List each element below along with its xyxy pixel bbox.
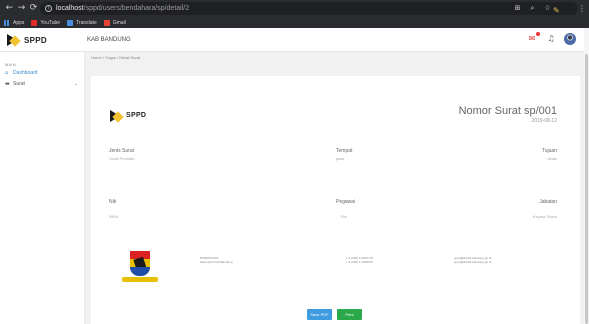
sidebar-item-surat[interactable]: ▬ Surat ⌄ <box>5 80 81 88</box>
address-bar[interactable]: i localhost /sppd/users/bendahara/sp/det… <box>40 2 578 15</box>
pegawai-value: Roi <box>341 214 348 219</box>
apps-icon <box>4 19 10 26</box>
print-button[interactable]: Print <box>337 309 362 320</box>
info-icon[interactable]: i <box>45 5 52 12</box>
page-scrollbar[interactable] <box>584 28 589 324</box>
bookmark-star-icon[interactable]: ☆ <box>543 4 552 13</box>
zoom-icon[interactable]: ⌕ <box>528 4 537 13</box>
jenis-surat-label: Jenis Surat <box>109 148 135 154</box>
file-icon: ▬ <box>5 80 10 87</box>
save-pdf-button[interactable]: Save PDF <box>307 309 332 320</box>
home-icon: ⌂ <box>5 69 9 76</box>
brand-name: SPPD <box>24 35 47 45</box>
footer-phone: + 6 (026) 5 0901776 + 6 (026) 1 0906907 <box>346 256 374 264</box>
sppd-logo-icon <box>109 109 122 122</box>
breadcrumb: Home / Tugas / Detail Surat <box>91 55 141 60</box>
bookmark-translate[interactable]: Translate <box>67 19 97 26</box>
nik-label: Nik <box>109 199 117 205</box>
document-logo: SPPD <box>109 109 146 122</box>
document-card: SPPD Nomor Surat sp/001 2019-08-12 Jenis… <box>91 76 580 324</box>
chevron-down-icon: ⌄ <box>73 81 78 87</box>
header-title: KAB BANDUNG <box>87 37 131 43</box>
bookmarks-bar: Apps YouTube Translate Gmail <box>0 17 589 28</box>
bookmark-gmail[interactable]: Gmail <box>103 19 126 26</box>
youtube-icon <box>31 19 38 26</box>
message-badge <box>536 32 540 36</box>
tujuan-value: dinas <box>547 156 557 161</box>
nik-value: 0909 <box>109 214 118 219</box>
document-date: 2019-08-12 <box>531 118 557 124</box>
app-header: SPPD KAB BANDUNG ✉ ♫ <box>0 28 584 52</box>
scrollbar-thumb[interactable] <box>585 54 588 324</box>
jabatan-value: Kepala Sekar <box>532 214 557 219</box>
brand[interactable]: SPPD <box>6 33 47 47</box>
footer-email: sppd@disdik-bandung.go.id sppd@disdik-ba… <box>454 256 492 264</box>
pegawai-label: Pegawai <box>336 199 356 205</box>
sidebar-item-dashboard[interactable]: ⌂ Dashboard <box>5 69 81 77</box>
footer-organization: DISDIKPORA Sekretaris Kab Bandung <box>200 256 233 264</box>
kab-bandung-crest-icon <box>122 248 158 286</box>
reload-icon[interactable]: ⟳ <box>28 3 39 14</box>
avatar[interactable] <box>564 33 576 45</box>
extension-icon[interactable]: ✎ <box>553 5 564 16</box>
notification-bell-icon[interactable]: ♫ <box>545 33 557 45</box>
tempat-label: Tempat <box>336 148 353 154</box>
browser-menu-icon[interactable]: ⋮ <box>578 3 586 14</box>
message-icon[interactable]: ✉ <box>526 32 540 45</box>
bookmark-youtube[interactable]: YouTube <box>31 19 60 26</box>
sppd-logo-icon <box>6 33 20 47</box>
forward-icon[interactable]: → <box>16 3 27 14</box>
url-path: /sppd/users/bendahara/sp/detail/2 <box>83 5 190 12</box>
url-host: localhost <box>56 5 84 12</box>
translate-icon <box>67 19 74 26</box>
document-brand: SPPD <box>126 112 147 119</box>
sidebar: MAIN ⌂ Dashboard ▬ Surat ⌄ <box>0 52 85 324</box>
gmail-icon <box>103 19 110 26</box>
jenis-surat-value: Surat Perintah <box>109 156 135 161</box>
sidebar-section-label: MAIN <box>5 62 16 67</box>
back-icon[interactable]: ← <box>4 3 15 14</box>
translate-page-icon[interactable]: ⊞ <box>513 4 522 13</box>
jabatan-label: Jabatan <box>539 199 557 205</box>
bookmark-apps[interactable]: Apps <box>4 19 24 26</box>
document-number: Nomor Surat sp/001 <box>458 105 557 117</box>
tujuan-label: Tujuan <box>541 148 557 154</box>
tempat-value: jawa <box>336 156 345 161</box>
